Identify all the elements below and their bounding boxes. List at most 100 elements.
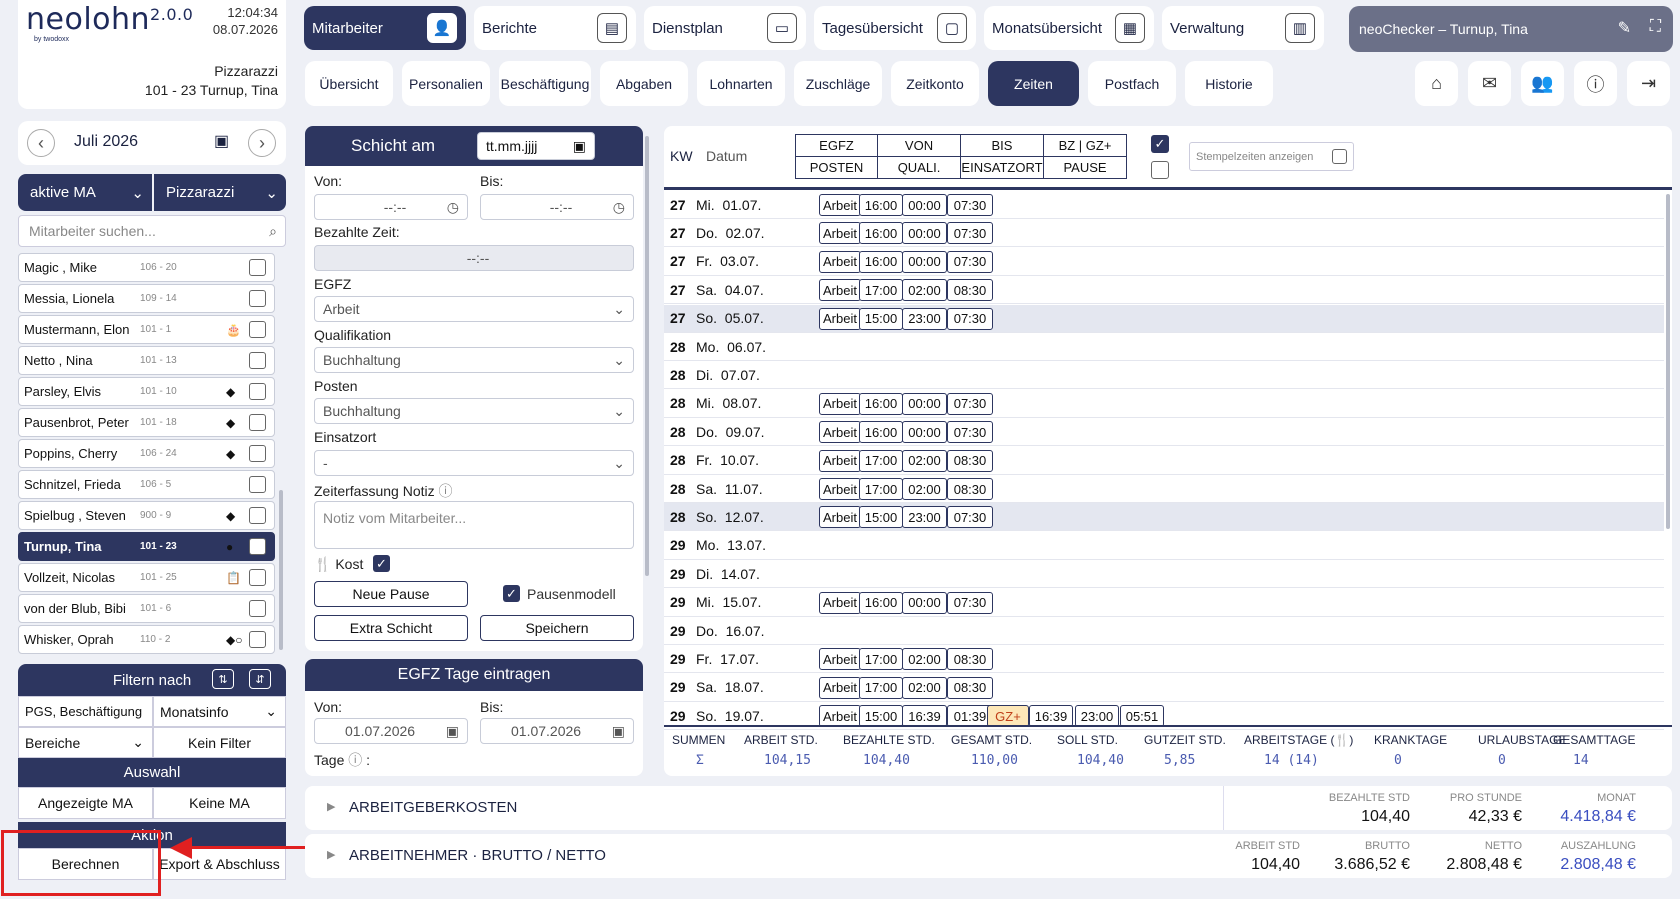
tab-personalien[interactable]: Personalien xyxy=(402,61,490,106)
employee-checkbox[interactable] xyxy=(249,600,266,617)
shift-tag[interactable]: 07:30 xyxy=(947,392,993,415)
days-from-input[interactable]: 01.07.2026 ▣ xyxy=(314,718,468,744)
employee-list-item[interactable]: Netto , Nina 101 - 13 xyxy=(18,346,275,375)
shift-tag[interactable]: 07:30 xyxy=(947,421,993,444)
employee-list-item[interactable]: Parsley, Elvis 101 - 10 ◆ xyxy=(18,377,275,406)
shift-tag[interactable]: 08:30 xyxy=(947,449,993,472)
employer-costs-row[interactable]: ▶ ARBEITGEBERKOSTEN BEZAHLTE STD 104,40 … xyxy=(305,786,1672,830)
tab-zuschlaege[interactable]: Zuschläge xyxy=(794,61,882,106)
employee-list-item[interactable]: Schnitzel, Frieda 106 - 5 xyxy=(18,470,275,499)
select-shown-button[interactable]: Angezeigte MA xyxy=(18,787,153,819)
break-model-checkbox[interactable]: ✓ xyxy=(503,585,520,602)
extra-shift-tag[interactable]: 05:51 xyxy=(1120,705,1164,728)
extra-shift-button[interactable]: Extra Schicht xyxy=(314,615,468,641)
shift-tag[interactable]: 02:00 xyxy=(902,478,947,500)
shift-tag[interactable]: Arbeit xyxy=(819,222,861,245)
filter-kein-filter[interactable]: Kein Filter xyxy=(153,727,286,758)
employee-checkbox[interactable] xyxy=(249,476,266,493)
qualification-select[interactable]: Buchhaltung ⌄ xyxy=(314,347,634,373)
employee-checkbox[interactable] xyxy=(249,290,266,307)
shift-tag[interactable]: Arbeit xyxy=(819,591,861,614)
table-row[interactable]: 27 So. 05.07. Arbeit 15:00 23:00 07:30 xyxy=(664,304,1664,333)
tab-historie[interactable]: Historie xyxy=(1185,61,1273,106)
post-select[interactable]: Buchhaltung ⌄ xyxy=(314,398,634,424)
tab-zeiten[interactable]: Zeiten xyxy=(988,61,1079,106)
extra-shift-tag[interactable]: 23:00 xyxy=(1075,705,1119,728)
stamp-checkbox[interactable] xyxy=(1332,149,1347,164)
table-row[interactable]: 28 Di. 07.07. xyxy=(664,361,1664,390)
calendar-icon[interactable]: ▣ xyxy=(214,131,229,151)
nav-mitarbeiter[interactable]: Mitarbeiter 👤 xyxy=(304,6,466,50)
shift-tag[interactable]: 07:30 xyxy=(947,222,993,245)
select-all-checkbox[interactable]: ✓ xyxy=(1151,135,1169,153)
shift-tag[interactable]: 15:00 xyxy=(859,307,903,330)
shift-tag[interactable]: 00:00 xyxy=(902,421,947,444)
shift-tag[interactable]: 16:00 xyxy=(859,194,903,216)
shift-tag[interactable]: Arbeit xyxy=(819,194,861,216)
to-time-input[interactable]: --:-- ◷ xyxy=(480,194,634,220)
shift-date-input[interactable]: tt.mm.jjjj ▣ xyxy=(477,132,595,160)
shift-tag[interactable]: Arbeit xyxy=(819,506,861,529)
employee-checkbox[interactable] xyxy=(249,569,266,586)
neochecker-box[interactable]: neoChecker – Turnup, Tina ✎ ⛶ xyxy=(1349,6,1673,52)
shift-tag[interactable]: 00:00 xyxy=(902,222,947,245)
table-row[interactable]: 29 Di. 14.07. xyxy=(664,560,1664,589)
shift-tag[interactable]: Arbeit xyxy=(819,478,861,500)
chevron-right-icon[interactable]: › xyxy=(248,129,276,157)
employee-list-item[interactable]: Pausenbrot, Peter 101 - 18 ◆ xyxy=(18,408,275,437)
extra-shift-tag[interactable]: 16:39 xyxy=(1029,705,1073,728)
shift-tag[interactable]: 00:00 xyxy=(902,250,947,273)
employee-list-item[interactable]: Magic , Mike 106 - 20 xyxy=(18,253,275,282)
expand-icon[interactable]: ▶ xyxy=(327,848,335,861)
tab-uebersicht[interactable]: Übersicht xyxy=(305,61,393,106)
shift-tag[interactable]: 23:00 xyxy=(902,307,947,330)
shift-tag[interactable]: 15:00 xyxy=(859,506,903,529)
tab-zeitkonto[interactable]: Zeitkonto xyxy=(891,61,979,106)
nav-verwaltung[interactable]: Verwaltung ▥ xyxy=(1162,6,1324,50)
shift-tag[interactable]: 17:00 xyxy=(859,478,903,500)
table-row[interactable]: 29 Do. 16.07. xyxy=(664,617,1664,645)
chevron-left-icon[interactable]: ‹ xyxy=(27,129,55,157)
shift-tag[interactable]: 23:00 xyxy=(902,506,947,529)
shift-tag[interactable]: 02:00 xyxy=(902,449,947,472)
users-icon[interactable]: 👥 xyxy=(1521,61,1564,106)
note-textarea[interactable]: Notiz vom Mitarbeiter... xyxy=(314,501,634,549)
employee-checkbox[interactable] xyxy=(249,507,266,524)
shift-tag[interactable]: 17:00 xyxy=(859,279,903,302)
sort-desc-icon[interactable]: ⇵ xyxy=(249,669,271,689)
logout-icon[interactable]: ⇥ xyxy=(1627,61,1670,106)
table-row[interactable]: 28 Sa. 11.07. Arbeit 17:00 02:00 08:30 xyxy=(664,475,1664,503)
employee-list-item[interactable]: Spielbug , Steven 900 - 9 ◆ xyxy=(18,501,275,530)
shift-tag[interactable]: Arbeit xyxy=(819,449,861,472)
shift-tag[interactable]: Arbeit xyxy=(819,392,861,415)
filter-bereiche[interactable]: Bereiche ⌄ xyxy=(18,727,153,758)
shift-tag[interactable]: Arbeit xyxy=(819,279,861,302)
shift-tag[interactable]: Arbeit xyxy=(819,648,861,671)
location-select[interactable]: - ⌄ xyxy=(314,450,634,476)
shift-tag[interactable]: 08:30 xyxy=(947,478,993,500)
shift-tag[interactable]: 07:30 xyxy=(947,307,993,330)
shift-tag[interactable]: 17:00 xyxy=(859,449,903,472)
shift-tag[interactable]: Arbeit xyxy=(819,421,861,444)
from-time-input[interactable]: --:-- ◷ xyxy=(314,194,468,220)
filter-pgs[interactable]: PGS, Beschäftigung xyxy=(18,696,153,727)
home-icon[interactable]: ⌂ xyxy=(1415,61,1458,106)
employee-checkbox[interactable] xyxy=(249,259,266,276)
mail-icon[interactable]: ✉ xyxy=(1468,61,1511,106)
nav-berichte[interactable]: Berichte ▤ xyxy=(474,6,636,50)
shift-tag[interactable]: 02:00 xyxy=(902,279,947,302)
tab-postfach[interactable]: Postfach xyxy=(1088,61,1176,106)
table-row[interactable]: 28 So. 12.07. Arbeit 15:00 23:00 07:30 xyxy=(664,503,1664,532)
shift-tag[interactable]: Arbeit xyxy=(819,676,861,699)
shift-tag[interactable]: 07:30 xyxy=(947,506,993,529)
employee-checkbox[interactable] xyxy=(249,538,266,555)
shift-tag[interactable]: 16:00 xyxy=(859,250,903,273)
employee-checkbox[interactable] xyxy=(249,321,266,338)
month-label[interactable]: Juli 2026 xyxy=(74,133,138,151)
egfz-select[interactable]: Arbeit ⌄ xyxy=(314,296,634,322)
table-row[interactable]: 29 Fr. 17.07. Arbeit 17:00 02:00 08:30 xyxy=(664,645,1664,674)
table-row[interactable]: 29 Sa. 18.07. Arbeit 17:00 02:00 08:30 xyxy=(664,674,1664,702)
employee-search-input[interactable]: Mitarbeiter suchen... ⌕ xyxy=(18,215,286,247)
shift-tag[interactable]: 02:00 xyxy=(902,676,947,699)
sort-asc-icon[interactable]: ⇅ xyxy=(212,669,234,689)
